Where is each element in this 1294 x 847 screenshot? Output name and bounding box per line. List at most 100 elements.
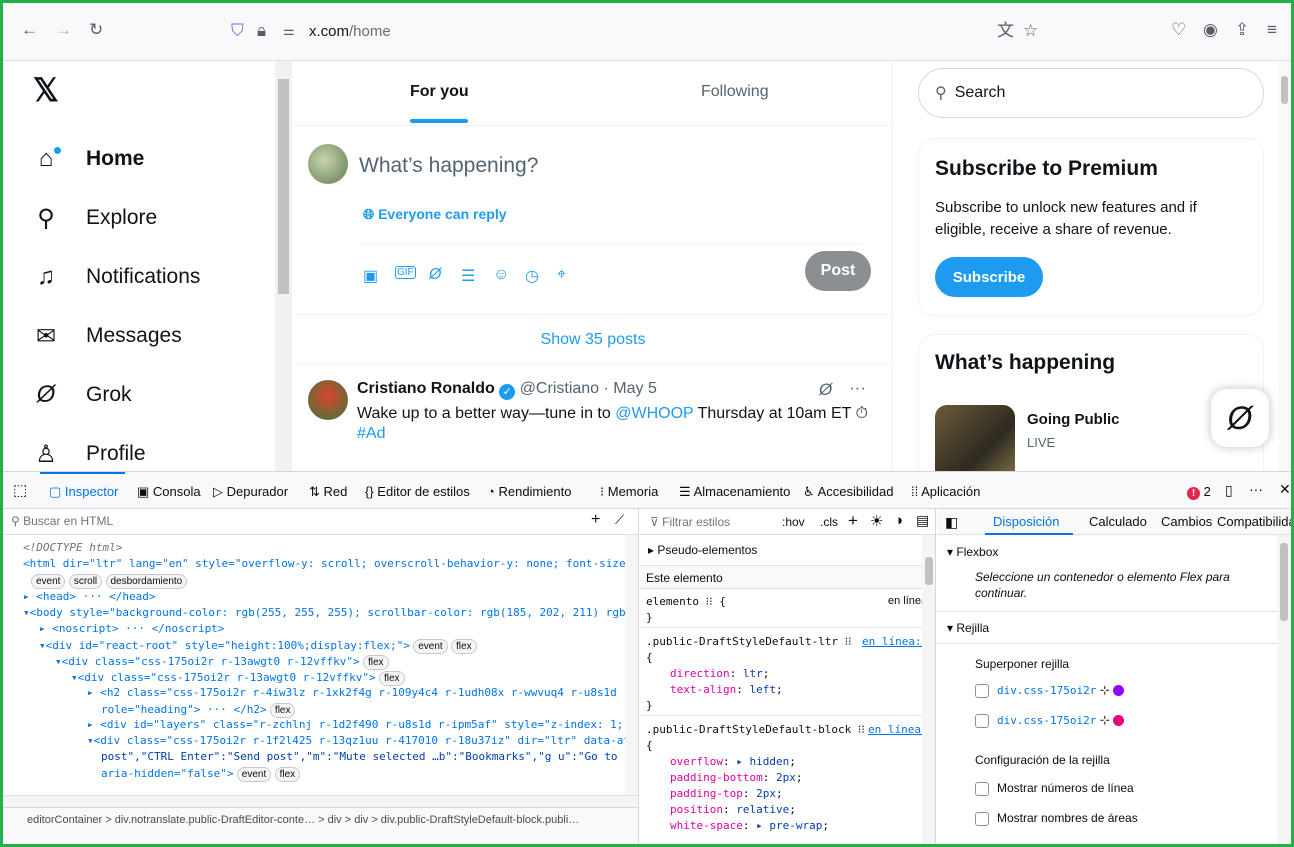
- rule-selector[interactable]: .public-DraftStyleDefault-block ⁝⁝: [646, 723, 865, 736]
- rules-scrollbar[interactable]: [922, 535, 935, 844]
- post-button[interactable]: Post: [805, 251, 871, 291]
- event-badge[interactable]: event: [413, 639, 448, 654]
- forward-icon[interactable]: →: [55, 20, 72, 40]
- avatar[interactable]: [308, 144, 348, 184]
- div-node-line[interactable]: ▾<div class="css-175oi2r r-13awgt0 r-12v…: [55, 654, 389, 670]
- overflow-badge[interactable]: desbordamiento: [105, 574, 188, 589]
- lock-icon[interactable]: 🔒︎: [257, 21, 266, 41]
- trend-title[interactable]: Going Public: [1027, 411, 1120, 428]
- grok-icon[interactable]: Ø: [429, 266, 441, 284]
- element-rule-selector[interactable]: elemento ⁝⁝ {: [646, 595, 726, 608]
- print-media-icon[interactable]: ▤: [916, 512, 929, 529]
- tab-console[interactable]: ▣ Consola: [137, 484, 201, 500]
- checkbox[interactable]: [975, 811, 989, 826]
- div-node-line[interactable]: ▾<div class="css-175oi2r r-13awgt0 r-12v…: [71, 670, 405, 686]
- declaration[interactable]: position: relative;: [670, 803, 796, 816]
- extensions-icon[interactable]: ⇪: [1235, 20, 1249, 40]
- subscribe-button[interactable]: Subscribe: [935, 257, 1043, 297]
- page-scrollbar[interactable]: [1278, 61, 1291, 471]
- grok-icon[interactable]: Ø: [819, 380, 832, 400]
- event-badge[interactable]: event: [31, 574, 66, 589]
- menu-icon[interactable]: ≡: [1267, 20, 1277, 40]
- nav-item-messages[interactable]: ✉ Messages: [31, 316, 182, 356]
- html-scrollbar[interactable]: [625, 535, 638, 795]
- compose-input[interactable]: What’s happening?: [359, 154, 538, 178]
- html-search-input[interactable]: ⚲ Buscar en HTML + ⟋: [3, 509, 638, 535]
- h2-node[interactable]: ▸ <h2 class="css-175oi2r r-4iw3lz r-1xk2…: [87, 686, 638, 699]
- tab-layout[interactable]: Disposición: [993, 514, 1059, 529]
- scrollbar-thumb[interactable]: [1280, 543, 1288, 621]
- event-badge[interactable]: event: [236, 767, 272, 782]
- account-icon[interactable]: ◉: [1203, 20, 1218, 40]
- add-rule-icon[interactable]: +: [848, 511, 858, 531]
- grok-float-button[interactable]: Ø: [1211, 389, 1269, 447]
- tab-memory[interactable]: ⁝ Memoria: [600, 484, 658, 500]
- pick-element-icon[interactable]: ⬚: [13, 481, 27, 499]
- grid-color-swatch[interactable]: [1113, 685, 1125, 697]
- tweet-handle[interactable]: @Cristiano · May 5: [520, 380, 657, 397]
- prop-value[interactable]: left: [749, 683, 776, 696]
- tab-storage[interactable]: ☰ Almacenamiento: [679, 484, 790, 500]
- tweet-mention[interactable]: @WHOOP: [615, 405, 693, 422]
- shortcut-div-node[interactable]: ▾<div class="css-175oi2r r-1f2l425 r-13q…: [87, 734, 638, 747]
- scrollbar-thumb[interactable]: [925, 557, 933, 585]
- toggle-sidebar-icon[interactable]: ◧: [945, 514, 958, 531]
- image-icon[interactable]: ▣: [363, 266, 378, 286]
- address-bar[interactable]: ⛉ 🔒︎ ⚌ x.com/home 文 ☆: [221, 16, 1038, 48]
- tab-inspector[interactable]: ▢ Inspector: [49, 484, 118, 500]
- flex-badge[interactable]: flex: [451, 639, 477, 654]
- doctype-line[interactable]: <!DOCTYPE html>: [23, 541, 122, 554]
- tweet-author[interactable]: Cristiano Ronaldo: [357, 380, 495, 397]
- reload-icon[interactable]: ↻: [89, 20, 103, 40]
- declaration[interactable]: overflow: ▸ hidden;: [670, 755, 796, 768]
- permissions-icon[interactable]: ⚌: [283, 21, 295, 41]
- scroll-badge[interactable]: scroll: [68, 574, 103, 589]
- checkbox[interactable]: [975, 713, 989, 728]
- tab-accessibility[interactable]: ♿︎ Accesibilidad: [803, 484, 893, 500]
- declaration[interactable]: padding-top: 2px;: [670, 787, 783, 800]
- tab-changes[interactable]: Cambios: [1161, 514, 1212, 529]
- prop-value[interactable]: 2px: [776, 771, 796, 784]
- show-posts-link[interactable]: Show 35 posts: [293, 315, 893, 365]
- layers-node[interactable]: ▸ <div id="layers" class="r-zchlnj r-1d2…: [87, 718, 638, 731]
- trend-thumbnail[interactable]: [935, 405, 1015, 471]
- head-node[interactable]: ▸ <head> ··· </head>: [23, 590, 155, 603]
- declaration[interactable]: white-space: ▸ pre-wrap;: [670, 819, 829, 832]
- sidebar-scrollbar[interactable]: [275, 61, 292, 471]
- tab-network[interactable]: ⇅ Red: [309, 484, 347, 500]
- show-line-numbers-option[interactable]: Mostrar números de línea: [975, 781, 1134, 796]
- html-hscrollbar[interactable]: [3, 795, 638, 807]
- flex-badge[interactable]: flex: [362, 655, 389, 670]
- location-icon[interactable]: ⌖: [557, 266, 566, 284]
- reply-setting[interactable]: 🌐︎ Everyone can reply: [363, 206, 507, 223]
- highlight-target-icon[interactable]: ⊹: [1100, 713, 1110, 727]
- tab-compatibility[interactable]: Compatibilida: [1217, 514, 1291, 529]
- eyedropper-icon[interactable]: ⟋: [615, 512, 624, 528]
- light-scheme-icon[interactable]: ☀: [870, 512, 883, 530]
- shortcut-attr-cont[interactable]: post","CTRL Enter":"Send post","m":"Mute…: [101, 750, 638, 763]
- tab-debugger[interactable]: ▷ Depurador: [213, 484, 288, 500]
- tab-performance[interactable]: ◔ Rendimiento: [487, 484, 571, 499]
- pocket-icon[interactable]: ♡: [1171, 20, 1186, 40]
- pseudo-elements-toggle[interactable]: ▸ Pseudo-elementos: [648, 543, 757, 557]
- gif-icon[interactable]: GIF: [395, 266, 416, 279]
- more-options-icon[interactable]: ···: [1249, 481, 1263, 497]
- declaration[interactable]: text-align: left;: [670, 683, 783, 696]
- more-icon[interactable]: ···: [849, 378, 866, 398]
- prop-value[interactable]: ▸ hidden: [736, 755, 789, 768]
- nav-item-profile[interactable]: ♙ Profile: [31, 434, 145, 471]
- checkbox[interactable]: [975, 683, 989, 698]
- close-devtools-icon[interactable]: ✕: [1279, 481, 1291, 498]
- x-logo-icon[interactable]: 𝕏: [33, 71, 59, 109]
- grid-section-toggle[interactable]: ▾ Rejilla: [947, 621, 989, 635]
- add-node-icon[interactable]: +: [591, 511, 600, 529]
- shield-icon[interactable]: ⛉: [231, 21, 244, 41]
- scrollbar-thumb[interactable]: [1281, 76, 1288, 104]
- tweet[interactable]: Cristiano Ronaldo ✓ @Cristiano · May 5 Ø…: [293, 366, 893, 471]
- tweet-hashtag[interactable]: #Ad: [357, 425, 385, 442]
- declaration[interactable]: direction: ltr;: [670, 667, 769, 680]
- url-text[interactable]: x.com/home: [309, 23, 391, 40]
- grid-overlay-item[interactable]: div.css-175oi2r ⊹: [975, 713, 1125, 728]
- cls-toggle[interactable]: .cls: [820, 515, 838, 529]
- flex-badge[interactable]: flex: [378, 671, 405, 686]
